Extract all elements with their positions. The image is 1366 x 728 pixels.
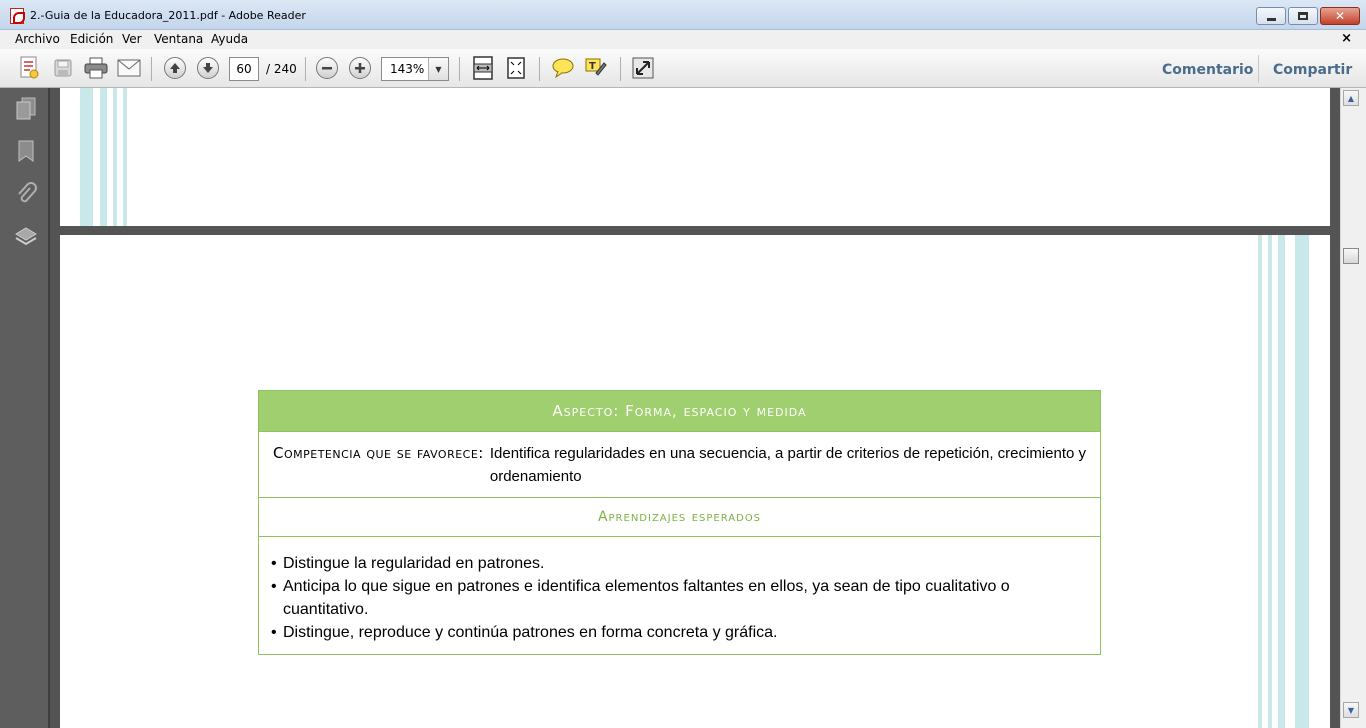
arrow-down-icon [197, 57, 219, 79]
layers-panel-button[interactable] [15, 225, 37, 249]
comment-pane-button[interactable]: Comentario [1162, 62, 1253, 78]
envelope-icon [117, 59, 141, 77]
highlight-text-button[interactable]: T [583, 55, 609, 81]
decorative-stripe [1268, 235, 1272, 728]
close-document-button[interactable]: × [1341, 31, 1352, 46]
pages-panel-button[interactable] [15, 97, 37, 121]
document-viewport[interactable]: Aspecto: Forma, espacio y medida Compete… [50, 88, 1340, 728]
previous-page-button[interactable] [162, 55, 188, 81]
menu-ver[interactable]: Ver [122, 32, 142, 46]
zoom-value: 143% [390, 62, 425, 76]
list-item-text: Distingue la regularidad en patrones. [283, 555, 545, 572]
full-screen-button[interactable] [630, 55, 656, 81]
scroll-thumb[interactable] [1343, 248, 1359, 264]
vertical-scrollbar[interactable]: ▲ ▼ [1340, 88, 1366, 728]
window-title: 2.-Guia de la Educadora_2011.pdf - Adobe… [30, 9, 306, 22]
pdf-app-icon [10, 8, 25, 24]
bullet: • [271, 578, 277, 595]
competency-table: Aspecto: Forma, espacio y medida Compete… [258, 390, 1101, 655]
toolbar-separator [459, 57, 460, 81]
minus-icon [316, 57, 338, 79]
restore-icon [1298, 12, 1308, 20]
minimize-button[interactable] [1256, 7, 1286, 25]
menu-archivo[interactable]: Archivo [15, 32, 60, 46]
toolbar-separator [305, 57, 306, 81]
fit-page-icon [473, 56, 493, 80]
paperclip-icon [18, 182, 37, 203]
page-total: / 240 [266, 62, 297, 76]
menu-bar: Archivo Edición Ver Ventana Ayuda × [0, 30, 1366, 49]
navigation-pane [0, 88, 50, 728]
list-item-text: Anticipa lo que sigue en patrones e iden… [283, 578, 1010, 618]
competency-text: Identifica regularidades en una secuenci… [489, 445, 1087, 485]
window-controls: ✕ [1256, 7, 1360, 25]
layers-icon [15, 227, 37, 246]
share-pane-button[interactable]: Compartir [1273, 62, 1352, 78]
title-bar: 2.-Guia de la Educadora_2011.pdf - Adobe… [0, 0, 1366, 30]
list-item: • Distingue, reproduce y continúa patron… [271, 621, 1086, 644]
fit-width-icon [507, 57, 525, 79]
attachments-panel-button[interactable] [15, 182, 37, 206]
decorative-stripe [113, 88, 117, 226]
minimize-icon [1266, 17, 1276, 21]
close-window-button[interactable]: ✕ [1320, 7, 1360, 25]
decorative-stripe [80, 88, 93, 226]
decorative-stripe [1278, 235, 1285, 728]
scroll-down-button[interactable]: ▼ [1343, 702, 1359, 718]
zoom-select[interactable]: 143% ▼ [381, 57, 449, 81]
add-comment-button[interactable] [550, 55, 576, 81]
competency-label: Competencia que se favorece: [273, 444, 484, 462]
maximize-button[interactable] [1288, 7, 1318, 25]
list-item-text: Distingue, reproduce y continúa patrones… [283, 624, 778, 641]
bookmarks-panel-button[interactable] [15, 139, 37, 163]
print-button[interactable] [83, 55, 109, 81]
pages-icon [16, 97, 36, 120]
fit-width-button[interactable] [503, 55, 529, 81]
list-item: • Anticipa lo que sigue en patrones e id… [271, 575, 1086, 621]
aspect-header: Aspecto: Forma, espacio y medida [259, 391, 1100, 431]
print-icon [84, 57, 108, 79]
fit-page-button[interactable] [470, 55, 496, 81]
arrow-up-icon [164, 57, 186, 79]
toolbar-separator [620, 57, 621, 81]
scroll-up-button[interactable]: ▲ [1343, 90, 1359, 106]
svg-text:T: T [589, 61, 596, 72]
previous-pdf-page [60, 88, 1330, 226]
next-page-button[interactable] [195, 55, 221, 81]
bullet: • [271, 555, 277, 572]
bullet: • [271, 624, 277, 641]
bookmark-icon [18, 140, 34, 162]
page-number-input[interactable]: 60 [229, 57, 259, 81]
decorative-stripe [1258, 235, 1262, 728]
arrow-up-icon: ▲ [1347, 93, 1355, 103]
highlighter-icon: T [585, 58, 607, 76]
save-button[interactable] [50, 55, 76, 81]
close-icon: ✕ [1334, 9, 1346, 23]
decorative-stripe [1295, 235, 1309, 728]
toolbar-separator [539, 57, 540, 81]
menu-ventana[interactable]: Ventana [154, 32, 203, 46]
email-button[interactable] [116, 55, 142, 81]
zoom-in-button[interactable] [347, 55, 373, 81]
speech-bubble-icon [552, 58, 574, 79]
plus-icon [349, 57, 371, 79]
toolbar-separator [151, 57, 152, 81]
arrow-down-icon: ▼ [1347, 705, 1355, 715]
menu-ayuda[interactable]: Ayuda [211, 32, 248, 46]
decorative-stripe [123, 88, 127, 226]
current-pdf-page: Aspecto: Forma, espacio y medida Compete… [60, 235, 1330, 728]
list-item: • Distingue la regularidad en patrones. [271, 552, 1086, 575]
learning-outcomes-list: • Distingue la regularidad en patrones. … [259, 536, 1100, 654]
toolbar-separator [1258, 55, 1259, 83]
save-icon [54, 59, 72, 77]
expand-icon [632, 57, 654, 79]
decorative-stripe [100, 88, 107, 226]
learning-outcomes-header: Aprendizajes esperados [259, 497, 1100, 536]
create-pdf-button[interactable] [16, 55, 42, 81]
competency-row: Competencia que se favorece: Identifica … [259, 431, 1100, 497]
create-pdf-icon [20, 56, 39, 79]
menu-edicion[interactable]: Edición [70, 32, 113, 46]
zoom-out-button[interactable] [314, 55, 340, 81]
chevron-down-icon[interactable]: ▼ [428, 58, 448, 80]
